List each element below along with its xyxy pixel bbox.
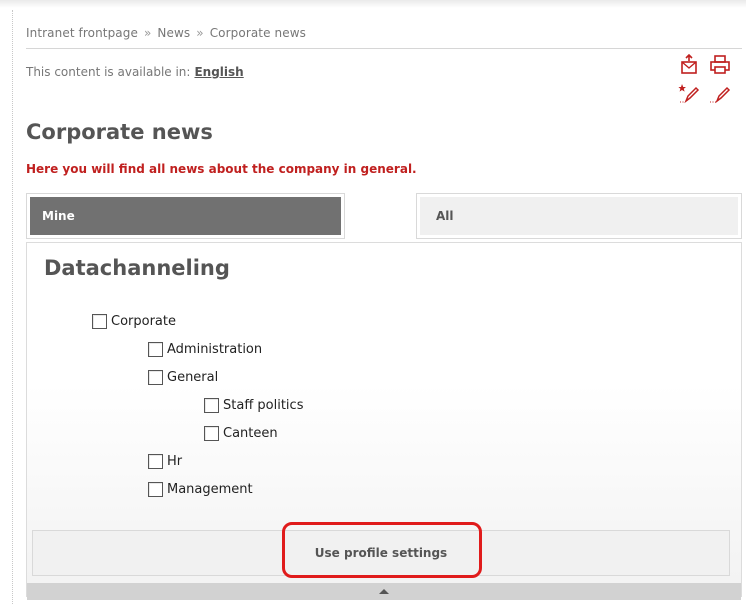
tree-item-label: Management bbox=[167, 482, 253, 497]
page-title: Corporate news bbox=[26, 120, 213, 144]
tree-item-administration[interactable]: Administration bbox=[148, 342, 262, 357]
tree-item-label: Hr bbox=[167, 454, 183, 469]
breadcrumb-separator: » bbox=[143, 26, 152, 40]
breadcrumb-intranet-frontpage[interactable]: Intranet frontpage bbox=[26, 26, 138, 40]
page-tools bbox=[676, 53, 740, 104]
tree-item-label: General bbox=[167, 370, 219, 385]
collapse-bar[interactable] bbox=[27, 583, 741, 600]
subscribe-edit-icon[interactable] bbox=[678, 82, 700, 104]
tree-item-label: Canteen bbox=[223, 426, 278, 441]
breadcrumb-news[interactable]: News bbox=[157, 26, 190, 40]
tab-mine[interactable]: Mine bbox=[26, 193, 345, 239]
tree-item-general[interactable]: General bbox=[148, 370, 218, 385]
edit-icon[interactable] bbox=[709, 82, 731, 104]
tab-all[interactable]: All bbox=[416, 193, 742, 239]
tree-item-canteen[interactable]: Canteen bbox=[204, 426, 278, 441]
checkbox[interactable] bbox=[204, 398, 219, 413]
checkbox[interactable] bbox=[148, 342, 163, 357]
tree-item-label: Corporate bbox=[111, 314, 176, 329]
email-page-icon[interactable] bbox=[678, 53, 700, 76]
tab-all-label: All bbox=[420, 197, 738, 235]
checkbox[interactable] bbox=[148, 454, 163, 469]
collapse-arrow-up-icon bbox=[379, 589, 389, 594]
language-availability: This content is available in: English bbox=[26, 65, 244, 79]
breadcrumb-divider bbox=[26, 48, 742, 49]
checkbox[interactable] bbox=[92, 314, 107, 329]
checkbox[interactable] bbox=[204, 426, 219, 441]
breadcrumb-separator: » bbox=[196, 26, 204, 40]
datachanneling-heading: Datachanneling bbox=[44, 256, 230, 280]
tab-mine-label: Mine bbox=[30, 197, 341, 235]
language-label: This content is available in: bbox=[26, 65, 191, 79]
tree-item-corporate[interactable]: Corporate bbox=[92, 314, 176, 329]
highlight-annotation bbox=[282, 522, 482, 578]
breadcrumb: Intranet frontpage » News » Corporate news bbox=[26, 26, 306, 40]
tree-item-label: Administration bbox=[167, 342, 263, 357]
print-icon[interactable] bbox=[709, 54, 731, 76]
tree-item-hr[interactable]: Hr bbox=[148, 454, 182, 469]
page-subtitle: Here you will find all news about the co… bbox=[26, 162, 417, 176]
tree-item-staff-politics[interactable]: Staff politics bbox=[204, 398, 303, 413]
checkbox[interactable] bbox=[148, 482, 163, 497]
top-shadow bbox=[0, 0, 746, 8]
breadcrumb-corporate-news[interactable]: Corporate news bbox=[210, 26, 306, 40]
tree-item-label: Staff politics bbox=[223, 398, 304, 413]
checkbox[interactable] bbox=[148, 370, 163, 385]
tree-item-management[interactable]: Management bbox=[148, 482, 253, 497]
language-link-english[interactable]: English bbox=[194, 65, 243, 79]
